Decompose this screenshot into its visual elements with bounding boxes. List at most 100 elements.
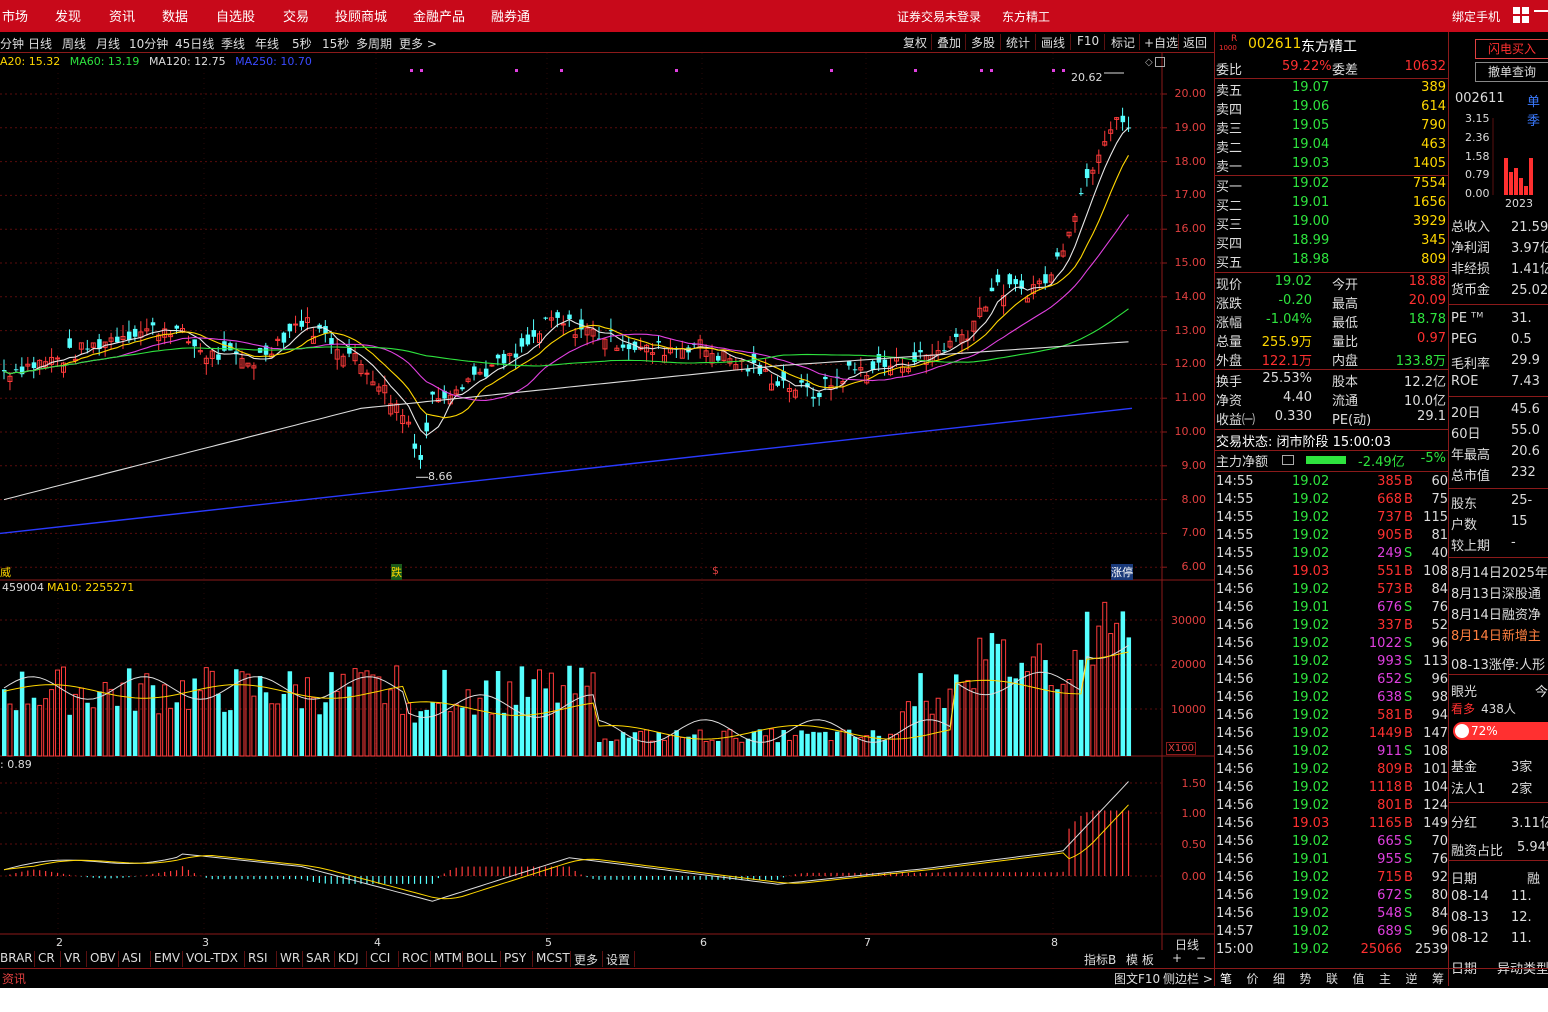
indicator-divider: [244, 951, 245, 967]
indicator-tab[interactable]: MTM: [434, 951, 462, 965]
multi-stock-button[interactable]: 多股: [971, 34, 995, 51]
indicator-tab[interactable]: KDJ: [338, 951, 359, 965]
nav-data[interactable]: 数据: [162, 6, 188, 25]
indicator-tab[interactable]: VOL-TDX: [186, 951, 238, 965]
mark-button[interactable]: 标记: [1111, 34, 1135, 51]
indicator-tab[interactable]: BRAR: [0, 951, 33, 965]
event-marker[interactable]: 跌: [391, 564, 402, 580]
nav-securities-lending[interactable]: 融券通: [491, 6, 530, 25]
indicator-tab[interactable]: ROC: [402, 951, 428, 965]
limit-up-news[interactable]: 08-13涨停:人形: [1451, 654, 1545, 673]
quote-tab[interactable]: 价: [1247, 970, 1259, 987]
event-marker[interactable]: 威: [0, 564, 11, 580]
volume-bar: [329, 672, 334, 756]
indicator-tab[interactable]: CR: [38, 951, 55, 965]
period-15sec[interactable]: 15秒: [322, 35, 349, 52]
tick-time: 14:57: [1216, 924, 1254, 939]
indicator-b-button[interactable]: 指标B: [1084, 951, 1116, 968]
quote-tab[interactable]: 筹: [1432, 970, 1444, 987]
tick-volume: 672: [1377, 888, 1402, 903]
indicator-tab[interactable]: VR: [64, 951, 81, 965]
quote-tab[interactable]: 联: [1326, 970, 1338, 987]
margin-label: 融资占比: [1451, 844, 1504, 859]
indicator-tab[interactable]: SAR: [306, 951, 330, 965]
quote-tab[interactable]: 势: [1300, 970, 1312, 987]
restore-panel-icon[interactable]: [1155, 57, 1165, 67]
nav-discover[interactable]: 发现: [55, 6, 81, 25]
indicator-tab[interactable]: MCST: [536, 951, 570, 965]
nav-finance-products[interactable]: 金融产品: [413, 6, 465, 25]
quote-tab[interactable]: 逆: [1406, 970, 1418, 987]
bind-phone-link[interactable]: 绑定手机: [1452, 8, 1500, 25]
news-item[interactable]: 8月14日2025年: [1451, 562, 1548, 581]
macd-axis-label: 1.00: [1181, 807, 1207, 820]
grid-menu-icon[interactable]: [1512, 6, 1530, 24]
stat-value: 19.02: [1274, 274, 1312, 289]
minimize-icon[interactable]: [1534, 10, 1548, 12]
news-item[interactable]: 8月13日深股通: [1451, 583, 1541, 602]
quote-tab[interactable]: 值: [1353, 970, 1365, 987]
stat-label: 换手: [1216, 375, 1243, 390]
indicator-tab[interactable]: PSY: [504, 951, 526, 965]
indicator-tab[interactable]: ASI: [122, 951, 141, 965]
event-marker[interactable]: 涨停: [1111, 564, 1133, 580]
draw-line-button[interactable]: 画线: [1041, 34, 1065, 51]
volume-bar: [602, 738, 608, 757]
period-yearly[interactable]: 年线: [255, 35, 279, 52]
period-multi[interactable]: 多周期: [356, 35, 392, 52]
period-daily[interactable]: 日线: [28, 35, 52, 52]
add-panel-button[interactable]: +: [1172, 951, 1182, 965]
indicator-tab[interactable]: 设置: [606, 951, 630, 968]
news-item[interactable]: 8月14日融资净: [1451, 604, 1541, 623]
period-weekly[interactable]: 周线: [62, 35, 86, 52]
template-button[interactable]: 模 板: [1126, 951, 1154, 968]
candle-body: [424, 422, 429, 432]
period-more[interactable]: 更多 >: [399, 35, 437, 52]
indicator-tab[interactable]: WR: [280, 951, 300, 965]
tick-row: 14:56 19.02 715 B 92: [1214, 870, 1448, 888]
nav-news[interactable]: 资讯: [109, 6, 135, 25]
nav-watchlist[interactable]: 自选股: [216, 6, 255, 25]
sidebar-toggle-button[interactable]: 侧边栏 >: [1163, 970, 1213, 987]
back-button[interactable]: 返回: [1183, 34, 1207, 51]
period-quarterly[interactable]: 季线: [221, 35, 245, 52]
bull-percent-pill[interactable]: 72%: [1453, 722, 1548, 740]
indicator-tab[interactable]: 更多: [574, 951, 598, 968]
indicator-tab[interactable]: OBV: [90, 951, 116, 965]
add-watchlist-button[interactable]: +自选: [1144, 34, 1178, 51]
f10-text-button[interactable]: 图文F10: [1114, 970, 1160, 987]
overlay-button[interactable]: 叠加: [937, 34, 961, 51]
flash-buy-button[interactable]: 闪电买入: [1475, 39, 1548, 59]
remove-panel-button[interactable]: −: [1196, 951, 1206, 965]
indicator-tab[interactable]: BOLL: [466, 951, 497, 965]
date-value: 12.: [1511, 910, 1532, 925]
period-45day[interactable]: 45日线: [175, 35, 214, 52]
quote-tab[interactable]: 主: [1379, 970, 1391, 987]
login-status[interactable]: 证券交易未登录: [897, 8, 981, 25]
stats-button[interactable]: 统计: [1006, 34, 1030, 51]
f10-button[interactable]: F10: [1077, 34, 1099, 48]
period-minute[interactable]: 分钟: [0, 35, 24, 52]
news-item[interactable]: 8月14日新增主: [1451, 625, 1541, 644]
quote-tab[interactable]: 细: [1273, 970, 1285, 987]
event-marker[interactable]: $: [712, 564, 719, 577]
indicator-tab[interactable]: CCI: [370, 951, 390, 965]
sell-volume: 790: [1421, 118, 1446, 133]
indicator-tab[interactable]: RSI: [248, 951, 268, 965]
indicator-tab[interactable]: EMV: [154, 951, 180, 965]
period-5sec[interactable]: 5秒: [292, 35, 312, 52]
kline-chart[interactable]: [0, 53, 1214, 950]
flow-list-icon[interactable]: [1282, 455, 1294, 465]
nav-trade[interactable]: 交易: [283, 6, 309, 25]
nav-market[interactable]: 市场: [2, 6, 28, 25]
news-tab[interactable]: 资讯: [2, 970, 26, 987]
volume-bar: [67, 714, 72, 756]
nav-advisor-mall[interactable]: 投顾商城: [335, 6, 387, 25]
period-monthly[interactable]: 月线: [96, 35, 120, 52]
volume-bar: [1090, 664, 1096, 757]
diamond-icon[interactable]: ◇: [1145, 57, 1153, 68]
cancel-order-query-button[interactable]: 撤单查询: [1475, 62, 1548, 82]
adjust-button[interactable]: 复权: [903, 34, 927, 51]
period-10min[interactable]: 10分钟: [129, 35, 168, 52]
quote-tab[interactable]: 笔: [1220, 970, 1232, 987]
